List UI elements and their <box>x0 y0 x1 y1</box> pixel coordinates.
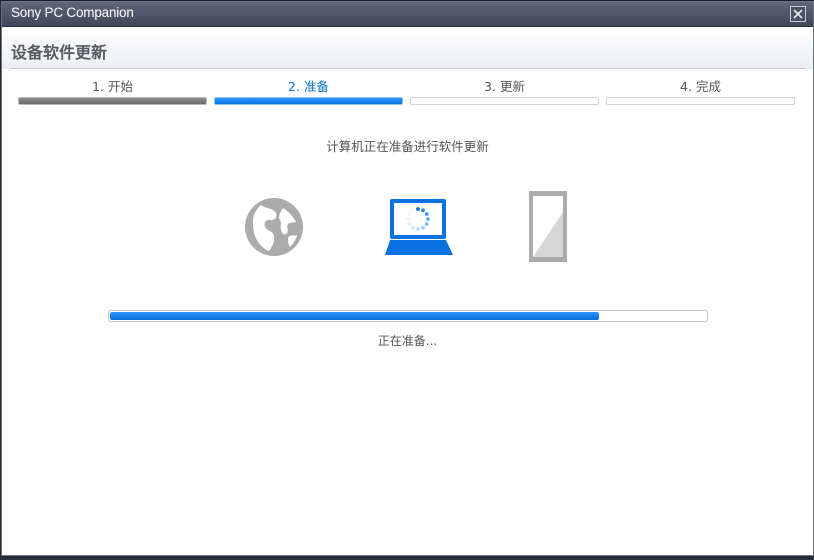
app-window: Sony PC Companion 设备软件更新 1. 开始 2. 准备 3. … <box>1 1 814 556</box>
step-bar <box>214 97 403 105</box>
step-update: 3. 更新 <box>410 76 599 108</box>
step-finish: 4. 完成 <box>606 76 795 108</box>
phone-icon <box>529 191 567 262</box>
step-start: 1. 开始 <box>18 76 207 108</box>
page-title: 设备软件更新 <box>11 43 108 62</box>
globe-icon <box>245 198 303 256</box>
progress-bar <box>108 310 708 322</box>
status-message: 计算机正在准备进行软件更新 <box>326 139 489 154</box>
close-button[interactable] <box>790 6 806 22</box>
step-bar <box>18 97 207 105</box>
title-bar[interactable]: Sony PC Companion <box>2 2 813 27</box>
window-title: Sony PC Companion <box>11 5 134 20</box>
step-label: 4. 完成 <box>680 79 721 94</box>
step-bar <box>606 97 795 105</box>
close-icon <box>793 9 803 19</box>
step-bar <box>410 97 599 105</box>
step-label: 1. 开始 <box>92 79 133 94</box>
laptop-icon <box>385 199 453 255</box>
header-divider <box>11 68 805 69</box>
step-label: 3. 更新 <box>484 79 525 94</box>
progress-fill <box>110 312 599 320</box>
page-header: 设备软件更新 <box>2 27 813 69</box>
progress-status-text: 正在准备... <box>377 334 438 348</box>
step-prepare: 2. 准备 <box>214 76 403 108</box>
step-label: 2. 准备 <box>288 79 329 94</box>
